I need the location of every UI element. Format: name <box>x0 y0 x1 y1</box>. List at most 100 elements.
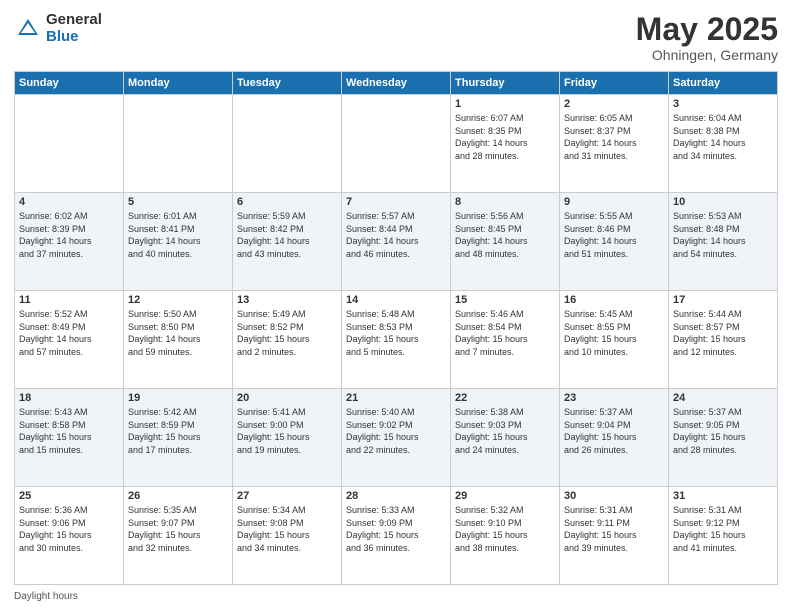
day-number: 11 <box>19 294 119 306</box>
footer: Daylight hours <box>14 591 778 602</box>
day-info: Sunrise: 5:42 AM Sunset: 8:59 PM Dayligh… <box>128 406 228 456</box>
day-number: 6 <box>237 196 337 208</box>
calendar-cell: 20Sunrise: 5:41 AM Sunset: 9:00 PM Dayli… <box>233 389 342 487</box>
calendar-cell: 15Sunrise: 5:46 AM Sunset: 8:54 PM Dayli… <box>451 291 560 389</box>
day-number: 5 <box>128 196 228 208</box>
calendar-cell: 26 Sunrise: 5:35 AM Sunset: 9:07 PM Dayli… <box>124 487 233 585</box>
day-number: 12 <box>128 294 228 306</box>
day-info: Sunrise: 5:50 AM Sunset: 8:50 PM Dayligh… <box>128 308 228 358</box>
calendar-cell: 19 Sunrise: 5:42 AM Sunset: 8:59 PM Dayli… <box>124 389 233 487</box>
day-number: 23 <box>564 392 664 404</box>
calendar-cell <box>233 95 342 193</box>
calendar-cell: 14Sunrise: 5:48 AM Sunset: 8:53 PM Dayli… <box>342 291 451 389</box>
logo-text: General Blue <box>46 12 102 45</box>
day-info: Sunrise: 5:52 AM Sunset: 8:49 PM Dayligh… <box>19 308 119 358</box>
day-header: Sunday <box>15 72 124 95</box>
calendar-cell: 30 Sunrise: 5:31 AM Sunset: 9:11 PM Dayli… <box>560 487 669 585</box>
calendar-cell: 13Sunrise: 5:49 AM Sunset: 8:52 PM Dayli… <box>233 291 342 389</box>
day-header: Tuesday <box>233 72 342 95</box>
calendar-cell: 22 Sunrise: 5:38 AM Sunset: 9:03 PM Dayli… <box>451 389 560 487</box>
day-info: Sunrise: 6:01 AM Sunset: 8:41 PM Dayligh… <box>128 210 228 260</box>
day-number: 27 <box>237 490 337 502</box>
day-number: 29 <box>455 490 555 502</box>
day-info: Sunrise: 5:59 AM Sunset: 8:42 PM Dayligh… <box>237 210 337 260</box>
calendar-cell <box>342 95 451 193</box>
day-number: 4 <box>19 196 119 208</box>
day-number: 30 <box>564 490 664 502</box>
calendar-cell: 6 Sunrise: 5:59 AM Sunset: 8:42 PM Daylig… <box>233 193 342 291</box>
calendar-cell: 23 Sunrise: 5:37 AM Sunset: 9:04 PM Dayli… <box>560 389 669 487</box>
day-info: Sunrise: 5:53 AM Sunset: 8:48 PM Dayligh… <box>673 210 773 260</box>
calendar-header: SundayMondayTuesdayWednesdayThursdayFrid… <box>15 72 778 95</box>
day-number: 20 <box>237 392 337 404</box>
logo-icon <box>14 15 42 43</box>
day-info: Sunrise: 5:49 AM Sunset: 8:52 PM Dayligh… <box>237 308 337 358</box>
calendar-cell: 21Sunrise: 5:40 AM Sunset: 9:02 PM Dayli… <box>342 389 451 487</box>
calendar-cell: 2 Sunrise: 6:05 AM Sunset: 8:37 PM Daylig… <box>560 95 669 193</box>
day-number: 3 <box>673 98 773 110</box>
day-number: 16 <box>564 294 664 306</box>
calendar-cell: 10Sunrise: 5:53 AM Sunset: 8:48 PM Dayli… <box>669 193 778 291</box>
day-info: Sunrise: 5:45 AM Sunset: 8:55 PM Dayligh… <box>564 308 664 358</box>
day-info: Sunrise: 6:02 AM Sunset: 8:39 PM Dayligh… <box>19 210 119 260</box>
day-header: Thursday <box>451 72 560 95</box>
day-info: Sunrise: 5:37 AM Sunset: 9:05 PM Dayligh… <box>673 406 773 456</box>
day-info: Sunrise: 5:38 AM Sunset: 9:03 PM Dayligh… <box>455 406 555 456</box>
calendar-cell: 12 Sunrise: 5:50 AM Sunset: 8:50 PM Dayli… <box>124 291 233 389</box>
logo-blue: Blue <box>46 29 102 46</box>
calendar-cell: 8Sunrise: 5:56 AM Sunset: 8:45 PM Daylig… <box>451 193 560 291</box>
day-info: Sunrise: 5:36 AM Sunset: 9:06 PM Dayligh… <box>19 504 119 554</box>
calendar-cell: 28 Sunrise: 5:33 AM Sunset: 9:09 PM Dayli… <box>342 487 451 585</box>
day-info: Sunrise: 5:44 AM Sunset: 8:57 PM Dayligh… <box>673 308 773 358</box>
calendar-cell: 29 Sunrise: 5:32 AM Sunset: 9:10 PM Dayli… <box>451 487 560 585</box>
day-number: 25 <box>19 490 119 502</box>
day-header: Saturday <box>669 72 778 95</box>
calendar-cell <box>124 95 233 193</box>
day-info: Sunrise: 5:34 AM Sunset: 9:08 PM Dayligh… <box>237 504 337 554</box>
footer-text: Daylight hours <box>14 591 78 602</box>
day-number: 28 <box>346 490 446 502</box>
day-info: Sunrise: 5:31 AM Sunset: 9:11 PM Dayligh… <box>564 504 664 554</box>
calendar-cell: 31Sunrise: 5:31 AM Sunset: 9:12 PM Dayli… <box>669 487 778 585</box>
day-number: 22 <box>455 392 555 404</box>
title-block: May 2025 Ohningen, Germany <box>636 12 778 63</box>
day-number: 8 <box>455 196 555 208</box>
calendar-week: 25 Sunrise: 5:36 AM Sunset: 9:06 PM Dayli… <box>15 487 778 585</box>
day-info: Sunrise: 5:35 AM Sunset: 9:07 PM Dayligh… <box>128 504 228 554</box>
calendar-week: 4 Sunrise: 6:02 AM Sunset: 8:39 PM Daylig… <box>15 193 778 291</box>
header: General Blue May 2025 Ohningen, Germany <box>14 12 778 63</box>
calendar-cell: 27 Sunrise: 5:34 AM Sunset: 9:08 PM Dayli… <box>233 487 342 585</box>
calendar-cell <box>15 95 124 193</box>
calendar-cell: 18 Sunrise: 5:43 AM Sunset: 8:58 PM Dayli… <box>15 389 124 487</box>
calendar-cell: 24Sunrise: 5:37 AM Sunset: 9:05 PM Dayli… <box>669 389 778 487</box>
day-number: 26 <box>128 490 228 502</box>
day-header: Monday <box>124 72 233 95</box>
logo: General Blue <box>14 12 102 45</box>
day-info: Sunrise: 5:40 AM Sunset: 9:02 PM Dayligh… <box>346 406 446 456</box>
calendar-cell: 17Sunrise: 5:44 AM Sunset: 8:57 PM Dayli… <box>669 291 778 389</box>
calendar-cell: 11 Sunrise: 5:52 AM Sunset: 8:49 PM Dayli… <box>15 291 124 389</box>
day-info: Sunrise: 5:31 AM Sunset: 9:12 PM Dayligh… <box>673 504 773 554</box>
day-info: Sunrise: 5:33 AM Sunset: 9:09 PM Dayligh… <box>346 504 446 554</box>
calendar-table: SundayMondayTuesdayWednesdayThursdayFrid… <box>14 71 778 585</box>
day-number: 19 <box>128 392 228 404</box>
day-info: Sunrise: 5:57 AM Sunset: 8:44 PM Dayligh… <box>346 210 446 260</box>
day-info: Sunrise: 6:05 AM Sunset: 8:37 PM Dayligh… <box>564 112 664 162</box>
calendar-week: 11 Sunrise: 5:52 AM Sunset: 8:49 PM Dayli… <box>15 291 778 389</box>
day-info: Sunrise: 5:55 AM Sunset: 8:46 PM Dayligh… <box>564 210 664 260</box>
header-row: SundayMondayTuesdayWednesdayThursdayFrid… <box>15 72 778 95</box>
calendar-cell: 25 Sunrise: 5:36 AM Sunset: 9:06 PM Dayli… <box>15 487 124 585</box>
day-info: Sunrise: 5:37 AM Sunset: 9:04 PM Dayligh… <box>564 406 664 456</box>
day-header: Wednesday <box>342 72 451 95</box>
day-info: Sunrise: 5:46 AM Sunset: 8:54 PM Dayligh… <box>455 308 555 358</box>
day-number: 18 <box>19 392 119 404</box>
calendar-cell: 3 Sunrise: 6:04 AM Sunset: 8:38 PM Daylig… <box>669 95 778 193</box>
calendar-body: 1Sunrise: 6:07 AM Sunset: 8:35 PM Daylig… <box>15 95 778 585</box>
page: General Blue May 2025 Ohningen, Germany … <box>0 0 792 612</box>
day-info: Sunrise: 5:43 AM Sunset: 8:58 PM Dayligh… <box>19 406 119 456</box>
day-info: Sunrise: 6:04 AM Sunset: 8:38 PM Dayligh… <box>673 112 773 162</box>
month-title: May 2025 <box>636 12 778 47</box>
day-info: Sunrise: 5:32 AM Sunset: 9:10 PM Dayligh… <box>455 504 555 554</box>
day-number: 2 <box>564 98 664 110</box>
calendar-week: 18 Sunrise: 5:43 AM Sunset: 8:58 PM Dayli… <box>15 389 778 487</box>
